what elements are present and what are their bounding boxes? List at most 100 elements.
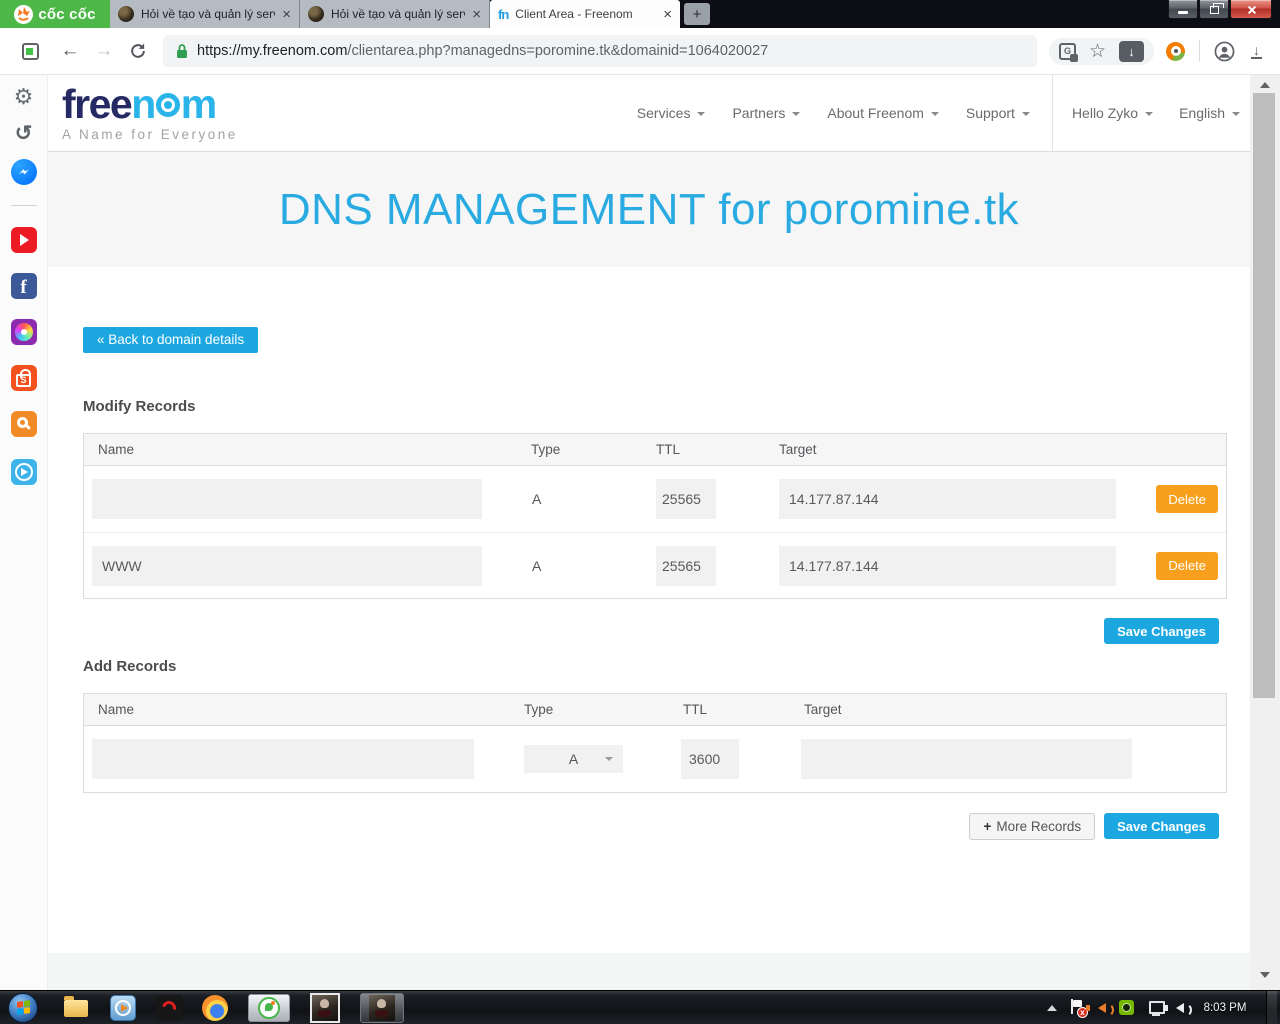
user-menu[interactable]: Hello Zyko	[1072, 105, 1154, 121]
scrollbar-down-arrow[interactable]	[1260, 972, 1270, 978]
translate-icon[interactable]: G	[1058, 42, 1078, 62]
nav-services[interactable]: Services	[637, 105, 706, 121]
tab-close-icon[interactable]: ×	[663, 7, 672, 22]
site-nav: Services Partners About Freenom Support …	[637, 75, 1250, 151]
page-scrollbar[interactable]	[1250, 75, 1280, 990]
url-text: https://my.freenom.com/clientarea.php?ma…	[197, 43, 769, 59]
new-record-target-input[interactable]	[801, 739, 1132, 779]
volume-icon[interactable]	[1164, 1002, 1192, 1017]
download-bubble-button[interactable]: ↓	[1119, 40, 1144, 62]
youtube-icon[interactable]	[10, 227, 37, 253]
chevron-down-icon	[930, 112, 939, 116]
logo-o-icon	[155, 92, 180, 117]
coccoc-brand-label: cốc cốc	[38, 5, 96, 23]
close-button[interactable]	[1230, 0, 1272, 19]
restore-button[interactable]	[1199, 0, 1229, 19]
record-ttl-input[interactable]	[656, 479, 716, 519]
new-tab-button[interactable]: +	[684, 3, 710, 25]
delete-record-button[interactable]: Delete	[1156, 551, 1218, 580]
taskbar-media-player-icon[interactable]	[110, 994, 136, 1021]
toolbar-divider	[1199, 40, 1200, 62]
add-records-table: Name Type TTL Target A	[83, 693, 1227, 793]
show-desktop-button[interactable]	[1266, 990, 1277, 1024]
search-icon[interactable]	[10, 411, 37, 437]
address-bar[interactable]: https://my.freenom.com/clientarea.php?ma…	[163, 35, 1037, 67]
tab-freenom-active[interactable]: fn Client Area - Freenom ×	[490, 0, 680, 28]
bookmark-star-icon[interactable]: ☆	[1089, 42, 1106, 61]
save-changes-button[interactable]: Save Changes	[1104, 813, 1219, 839]
taskbar-explorer-icon[interactable]	[64, 995, 90, 1021]
table-row: A	[84, 726, 1226, 792]
music-disc-icon[interactable]	[10, 319, 37, 345]
back-to-domain-button[interactable]: « Back to domain details	[83, 327, 259, 353]
language-menu[interactable]: English	[1179, 105, 1240, 121]
tab-forum-1[interactable]: Hỏi về tạo và quản lý serv ×	[110, 0, 300, 28]
audio-app-icon[interactable]	[1086, 1002, 1114, 1017]
minimize-button[interactable]	[1168, 0, 1198, 19]
tab-close-icon[interactable]: ×	[472, 7, 481, 22]
more-records-button[interactable]: + More Records	[969, 813, 1096, 840]
tab-title: Hỏi về tạo và quản lý serv	[141, 7, 276, 21]
dns-content: « Back to domain details Modify Records …	[48, 267, 1250, 953]
nav-about-freenom[interactable]: About Freenom	[827, 105, 939, 121]
scrollbar-up-arrow[interactable]	[1260, 82, 1270, 88]
settings-gear-icon[interactable]: ⚙	[14, 86, 34, 108]
tab-close-icon[interactable]: ×	[282, 7, 291, 22]
messenger-icon[interactable]	[10, 159, 37, 185]
new-record-ttl-input[interactable]	[681, 739, 739, 779]
record-target-input[interactable]	[779, 479, 1116, 519]
taskbar-clock[interactable]: 8:03 PM	[1197, 1002, 1253, 1014]
start-button[interactable]	[8, 992, 38, 1023]
taskbar-garena-icon[interactable]	[156, 994, 182, 1021]
record-name-input[interactable]	[92, 545, 482, 586]
scrollbar-thumb[interactable]	[1253, 93, 1275, 698]
reload-button[interactable]	[121, 42, 155, 60]
video-player-icon[interactable]	[10, 459, 37, 485]
tab-forum-2[interactable]: Hỏi về tạo và quản lý serv ×	[300, 0, 490, 28]
taskbar-game-icon-2[interactable]	[360, 992, 404, 1023]
save-changes-button[interactable]: Save Changes	[1104, 618, 1219, 644]
taskbar-game-icon-1[interactable]	[310, 992, 340, 1023]
downloads-icon[interactable]: ↓	[1251, 43, 1262, 59]
browser-toolbar: ← → https://my.freenom.com/clientarea.ph…	[0, 28, 1280, 75]
action-center-flag-icon[interactable]: x	[1070, 999, 1088, 1018]
record-type-select[interactable]: A	[524, 745, 623, 773]
extension-icon[interactable]	[1166, 41, 1185, 61]
hero-banner: DNS MANAGEMENT for poromine.tk	[48, 152, 1250, 267]
taskbar-coccoc-active[interactable]	[248, 993, 290, 1022]
nvidia-icon[interactable]	[1119, 1000, 1134, 1015]
chevron-down-icon	[1232, 112, 1240, 116]
page-title: DNS MANAGEMENT for poromine.tk	[278, 184, 1020, 234]
profile-avatar-icon[interactable]	[1214, 41, 1235, 62]
record-type-value: A	[532, 491, 542, 507]
freenom-logo[interactable]: free n m A Name for Everyone	[62, 84, 238, 143]
coccoc-side-rail: ⚙ ↺ f S	[0, 75, 48, 990]
record-name-input[interactable]	[92, 479, 482, 519]
system-tray: x 8:03 PM	[1047, 990, 1280, 1024]
chevron-down-icon	[1021, 112, 1030, 116]
windows-flag-icon	[16, 1000, 30, 1015]
facebook-icon[interactable]: f	[10, 273, 37, 299]
shopee-icon[interactable]: S	[10, 365, 37, 391]
site-header: free n m A Name for Everyone Services Part…	[48, 75, 1250, 152]
back-nav-button[interactable]: ←	[53, 40, 87, 62]
taskbar-firefox-icon[interactable]	[202, 994, 228, 1021]
record-target-input[interactable]	[779, 545, 1116, 586]
sidebar-toggle-icon[interactable]	[22, 42, 39, 60]
delete-record-button[interactable]: Delete	[1156, 485, 1218, 513]
table-header: Name Type TTL Target	[84, 434, 1226, 466]
freenom-favicon: fn	[498, 6, 509, 22]
nav-support[interactable]: Support	[966, 105, 1030, 121]
select-caret-icon	[605, 757, 613, 761]
network-icon[interactable]	[1147, 1000, 1165, 1016]
forum-favicon	[308, 6, 324, 22]
record-ttl-input[interactable]	[656, 545, 716, 586]
new-record-name-input[interactable]	[92, 739, 474, 779]
coccoc-brand[interactable]: cốc cốc	[0, 0, 110, 28]
nav-partners[interactable]: Partners	[732, 105, 801, 121]
forward-nav-button[interactable]: →	[87, 40, 121, 62]
plus-icon: +	[983, 819, 992, 834]
add-records-heading: Add Records	[83, 658, 177, 675]
hidden-icons-arrow[interactable]	[1047, 1004, 1057, 1011]
history-icon[interactable]: ↺	[15, 123, 33, 144]
